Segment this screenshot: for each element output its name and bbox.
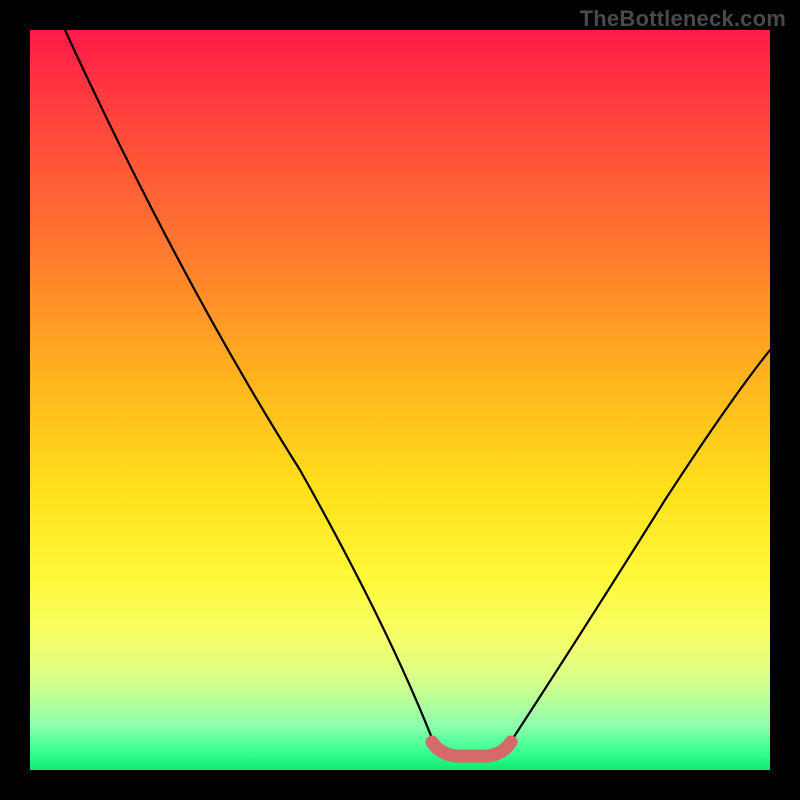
watermark-label: TheBottleneck.com <box>580 6 786 32</box>
bottom-segment <box>432 742 511 756</box>
left-curve <box>65 30 435 746</box>
chart-frame: TheBottleneck.com <box>0 0 800 800</box>
plot-area <box>30 30 770 770</box>
curve-layer <box>30 30 770 770</box>
right-curve <box>508 350 770 746</box>
